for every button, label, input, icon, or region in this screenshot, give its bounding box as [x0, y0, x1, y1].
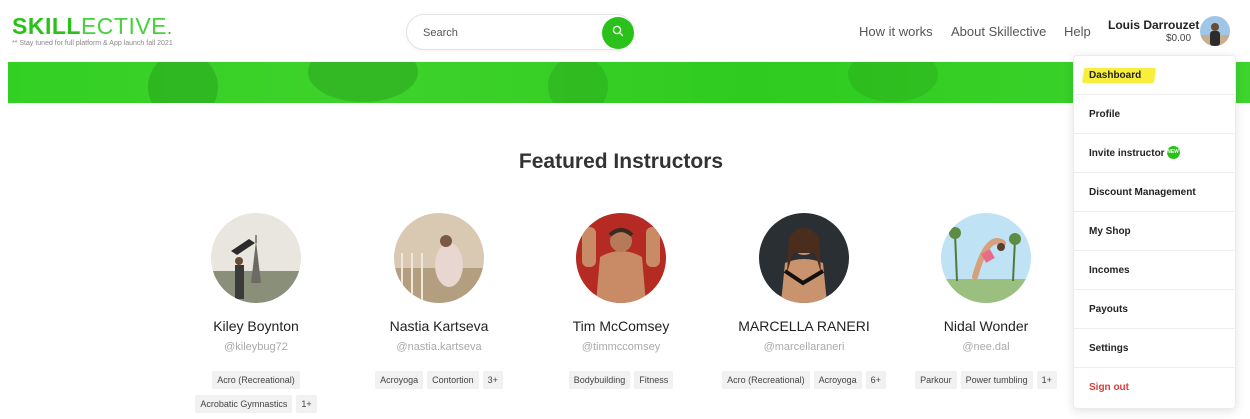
menu-item-settings[interactable]: Settings — [1074, 329, 1235, 368]
user-name[interactable]: Louis Darrouzet — [1108, 18, 1199, 32]
instructor-tags: Bodybuilding Fitness — [531, 371, 711, 389]
skill-tag[interactable]: Parkour — [915, 371, 957, 389]
skillective-logo[interactable]: SKILLECTIVE. — [12, 14, 173, 40]
search-icon — [612, 24, 624, 42]
search-button[interactable] — [602, 17, 634, 49]
logo-bold-text: SKILL — [12, 13, 81, 39]
top-header: SKILLECTIVE. ** Stay tuned for full plat… — [0, 0, 1250, 62]
instructor-handle: @timmccomsey — [581, 341, 661, 353]
instructor-card[interactable]: Tim McComsey @timmccomsey Bodybuilding F… — [531, 213, 711, 389]
instructor-handle: @kileybug72 — [224, 341, 288, 353]
user-balance: $0.00 — [1166, 33, 1192, 44]
instructor-tags: Acro (Recreational) Acroyoga 6+ — [714, 371, 894, 389]
menu-item-label: Sign out — [1089, 382, 1129, 393]
nav-about[interactable]: About Skillective — [951, 24, 1046, 39]
menu-item-label: Dashboard — [1089, 70, 1142, 81]
skill-tag[interactable]: Contortion — [427, 371, 479, 389]
logo-dot: . — [167, 18, 173, 38]
menu-item-label: Profile — [1089, 109, 1121, 120]
menu-item-payouts[interactable]: Payouts — [1074, 290, 1235, 329]
menu-item-invite-instructor[interactable]: Invite instructor NEW — [1074, 134, 1235, 173]
instructor-photo[interactable] — [941, 213, 1031, 303]
menu-item-dashboard[interactable]: Dashboard — [1074, 56, 1235, 95]
instructor-tags: Parkour Power tumbling 1+ — [896, 371, 1076, 389]
instructor-photo[interactable] — [394, 213, 484, 303]
launch-tagline: ** Stay tuned for full platform & App la… — [12, 40, 173, 47]
new-badge: NEW — [1166, 145, 1180, 159]
more-tags-count[interactable]: 3+ — [482, 371, 503, 389]
instructor-card[interactable]: Nidal Wonder @nee.dal Parkour Power tumb… — [896, 213, 1076, 389]
instructor-card[interactable]: MARCELLA RANERI @marcellaraneri Acro (Re… — [714, 213, 894, 389]
skill-tag[interactable]: Fitness — [634, 371, 674, 389]
skill-tag[interactable]: Acroyoga — [375, 371, 424, 389]
more-tags-count[interactable]: 1+ — [1036, 371, 1057, 389]
instructor-name[interactable]: Kiley Boynton — [166, 318, 346, 334]
skill-tag[interactable]: Acro (Recreational) — [722, 371, 810, 389]
instructor-tags: Acroyoga Contortion 3+ — [349, 371, 529, 389]
avatar[interactable] — [1200, 16, 1230, 46]
skill-tag[interactable]: Acro (Recreational) — [212, 371, 300, 389]
menu-item-sign-out[interactable]: Sign out — [1074, 368, 1235, 407]
instructor-handle: @nee.dal — [962, 341, 1010, 353]
instructor-name[interactable]: Nastia Kartseva — [349, 318, 529, 334]
instructor-card[interactable]: Nastia Kartseva @nastia.kartseva Acroyog… — [349, 213, 529, 389]
menu-item-profile[interactable]: Profile — [1074, 95, 1235, 134]
instructor-name[interactable]: Tim McComsey — [531, 318, 711, 334]
menu-item-label: Discount Management — [1089, 187, 1196, 198]
instructor-photo[interactable] — [576, 213, 666, 303]
nav-help[interactable]: Help — [1064, 24, 1091, 39]
search-input[interactable] — [423, 24, 593, 42]
instructor-name[interactable]: Nidal Wonder — [896, 318, 1076, 334]
skill-tag[interactable]: Acrobatic Gymnastics — [195, 395, 293, 413]
user-dropdown-menu: Dashboard Profile Invite instructor NEW D… — [1073, 55, 1236, 409]
section-title: Featured Instructors — [518, 150, 724, 173]
instructor-photo[interactable] — [759, 213, 849, 303]
menu-item-my-shop[interactable]: My Shop — [1074, 212, 1235, 251]
menu-item-label: Incomes — [1089, 265, 1130, 276]
menu-item-label: Settings — [1089, 343, 1129, 354]
instructor-card[interactable]: Kiley Boynton @kileybug72 Acro (Recreati… — [166, 213, 346, 413]
menu-item-label: Invite instructor — [1089, 148, 1165, 159]
search-bar — [406, 14, 634, 50]
skill-tag[interactable]: Bodybuilding — [568, 371, 631, 389]
menu-item-discount-management[interactable]: Discount Management — [1074, 173, 1235, 212]
instructor-handle: @nastia.kartseva — [396, 341, 482, 353]
more-tags-count[interactable]: 6+ — [865, 371, 886, 389]
skill-tag[interactable]: Power tumbling — [960, 371, 1033, 389]
nav-how-it-works[interactable]: How it works — [859, 24, 933, 39]
hero-banner — [8, 62, 1250, 103]
menu-item-incomes[interactable]: Incomes — [1074, 251, 1235, 290]
instructor-name[interactable]: MARCELLA RANERI — [714, 318, 894, 334]
menu-item-label: My Shop — [1089, 226, 1131, 237]
instructor-tags: Acro (Recreational) Acrobatic Gymnastics… — [166, 371, 346, 413]
skill-tag[interactable]: Acroyoga — [813, 371, 862, 389]
more-tags-count[interactable]: 1+ — [296, 395, 317, 413]
instructor-handle: @marcellaraneri — [763, 341, 845, 353]
instructor-photo[interactable] — [211, 213, 301, 303]
logo-light-text: ECTIVE — [80, 13, 168, 39]
menu-item-label: Payouts — [1089, 304, 1128, 315]
